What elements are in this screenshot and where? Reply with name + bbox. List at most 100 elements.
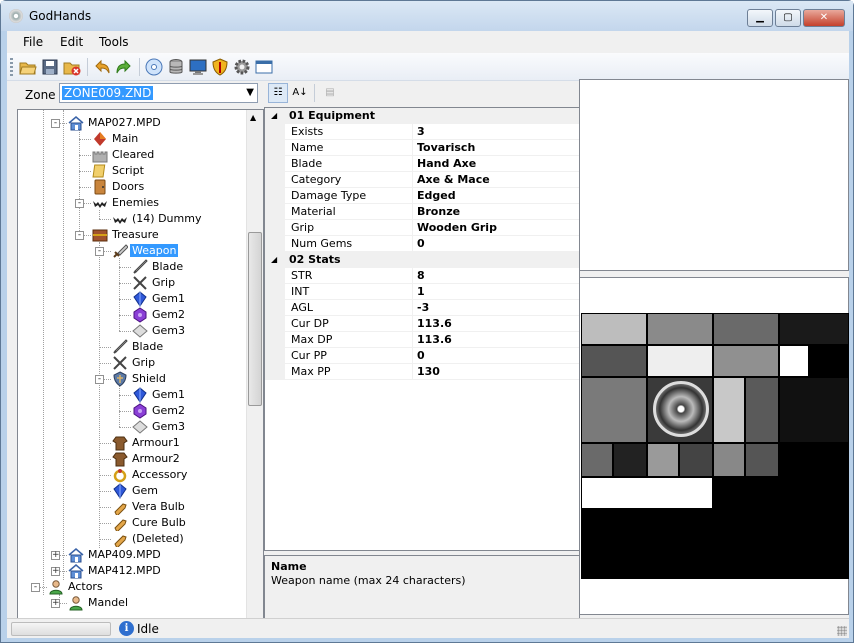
property-row[interactable]: Max PP 130 (265, 364, 579, 380)
shield-icon[interactable] (211, 58, 229, 76)
scroll-up-icon[interactable]: ▲ (250, 113, 256, 122)
minimize-button[interactable]: ▁ (747, 9, 773, 27)
property-row[interactable]: Grip Wooden Grip (265, 220, 579, 236)
tree-node[interactable]: Gem (112, 483, 160, 499)
tree-node[interactable]: Gem1 (132, 291, 187, 307)
resize-grip[interactable] (837, 626, 847, 636)
property-grid[interactable]: ◢ 01 Equipment Exists 3 Name Tovarisch Blade Ha… (264, 107, 580, 551)
property-value[interactable]: -3 (417, 300, 429, 315)
tree-node[interactable]: MAP409.MPD (68, 547, 163, 563)
tree-node[interactable]: Treasure (92, 227, 161, 243)
property-category[interactable]: ◢ 01 Equipment (265, 108, 579, 124)
property-value[interactable]: 113.6 (417, 332, 452, 347)
texture-panel[interactable] (579, 277, 849, 615)
tree-node[interactable]: Cleared (92, 147, 156, 163)
monitor-icon[interactable] (189, 58, 207, 76)
property-value[interactable]: 1 (417, 284, 425, 299)
tree-node[interactable]: (Deleted) (112, 531, 186, 549)
property-category[interactable]: ◢ 02 Stats (265, 252, 579, 268)
property-value[interactable]: 0 (417, 236, 425, 251)
property-value[interactable]: Wooden Grip (417, 220, 497, 235)
property-value[interactable]: 130 (417, 364, 440, 379)
tree-node[interactable]: MAP027.MPD (68, 115, 163, 131)
scroll-thumb[interactable] (248, 232, 262, 406)
zone-tree[interactable]: ▲ ▼ MAP027.MPD - Main Cleared Script Doors Ene… (17, 109, 264, 638)
property-value[interactable]: 8 (417, 268, 425, 283)
property-value[interactable]: 113.6 (417, 316, 452, 331)
tree-node[interactable]: Cure Bulb (112, 515, 188, 533)
property-row[interactable]: Category Axe & Mace (265, 172, 579, 188)
property-value[interactable]: Axe & Mace (417, 172, 490, 187)
save-icon[interactable] (41, 58, 59, 76)
expand-toggle[interactable]: + (51, 567, 60, 576)
property-value[interactable]: Bronze (417, 204, 460, 219)
property-row[interactable]: Material Bronze (265, 204, 579, 220)
collapse-toggle[interactable]: - (51, 119, 60, 128)
expand-toggle[interactable]: + (51, 599, 60, 608)
tree-node[interactable]: Doors (92, 179, 146, 195)
property-row[interactable]: Num Gems 0 (265, 236, 579, 252)
tree-node[interactable]: Vera Bulb (112, 499, 187, 517)
property-row[interactable]: Cur DP 113.6 (265, 316, 579, 332)
menu-tools[interactable]: Tools (99, 35, 129, 49)
property-value[interactable]: Hand Axe (417, 156, 476, 171)
tree-node[interactable]: Weapon (112, 243, 179, 259)
property-value[interactable]: Tovarisch (417, 140, 475, 155)
tree-node[interactable]: (14) Dummy (112, 211, 203, 227)
collapse-triangle-icon[interactable]: ◢ (271, 252, 277, 268)
collapse-triangle-icon[interactable]: ◢ (271, 108, 277, 124)
tree-node[interactable]: Gem3 (132, 419, 187, 435)
collapse-toggle[interactable]: - (95, 375, 104, 384)
property-row[interactable]: STR 8 (265, 268, 579, 284)
tree-node[interactable]: Mandel (68, 595, 130, 611)
collapse-toggle[interactable]: - (75, 199, 84, 208)
property-row[interactable]: Exists 3 (265, 124, 579, 140)
tree-scrollbar[interactable]: ▲ ▼ (246, 110, 263, 637)
menu-edit[interactable]: Edit (60, 35, 83, 49)
close-button[interactable]: ✕ (803, 9, 845, 27)
property-value[interactable]: Edged (417, 188, 456, 203)
model-preview[interactable] (579, 79, 849, 271)
property-value[interactable]: 0 (417, 348, 425, 363)
open-folder-icon[interactable] (19, 58, 37, 76)
expand-toggle[interactable]: + (51, 551, 60, 560)
tree-node[interactable]: Script (92, 163, 146, 179)
property-row[interactable]: Name Tovarisch (265, 140, 579, 156)
property-row[interactable]: AGL -3 (265, 300, 579, 316)
collapse-toggle[interactable]: - (95, 247, 104, 256)
property-row[interactable]: INT 1 (265, 284, 579, 300)
property-row[interactable]: Damage Type Edged (265, 188, 579, 204)
disc-icon[interactable] (145, 58, 163, 76)
redo-icon[interactable] (115, 58, 133, 76)
tree-node[interactable]: Enemies (92, 195, 161, 211)
tree-node[interactable]: Blade (132, 259, 185, 275)
property-row[interactable]: Cur PP 0 (265, 348, 579, 364)
property-value[interactable]: 3 (417, 124, 425, 139)
undo-icon[interactable] (93, 58, 111, 76)
tree-node[interactable]: Gem3 (132, 323, 187, 339)
tree-node[interactable]: Blade (112, 339, 165, 355)
close-file-icon[interactable] (63, 58, 81, 76)
maximize-button[interactable]: ▢ (775, 9, 801, 27)
tree-node[interactable]: Main (92, 131, 140, 147)
chevron-down-icon[interactable]: ▼ (246, 87, 254, 98)
property-pages-button[interactable]: ▤ (320, 83, 340, 103)
property-row[interactable]: Blade Hand Axe (265, 156, 579, 172)
tree-node[interactable]: Accessory (112, 467, 189, 483)
collapse-toggle[interactable]: - (75, 231, 84, 240)
collapse-toggle[interactable]: - (31, 583, 40, 592)
window-icon[interactable] (255, 58, 273, 76)
toolbar-grip[interactable] (10, 58, 13, 76)
tree-node[interactable]: Armour1 (112, 435, 182, 451)
tree-node[interactable]: Gem2 (132, 403, 187, 419)
tree-node[interactable]: Actors (48, 579, 105, 595)
tree-node[interactable]: Gem1 (132, 387, 187, 403)
alphabetical-sort-button[interactable]: A↓ (290, 83, 310, 103)
tree-node[interactable]: Grip (132, 275, 177, 291)
tree-node[interactable]: Shield (112, 371, 168, 387)
categorized-view-button[interactable]: ☷ (268, 83, 288, 103)
tree-node[interactable]: MAP412.MPD (68, 563, 163, 579)
title-bar[interactable]: GodHands ▁ ▢ ✕ (1, 1, 853, 31)
zone-select[interactable]: ZONE009.ZND ▼ (59, 83, 258, 103)
menu-file[interactable]: File (23, 35, 43, 49)
